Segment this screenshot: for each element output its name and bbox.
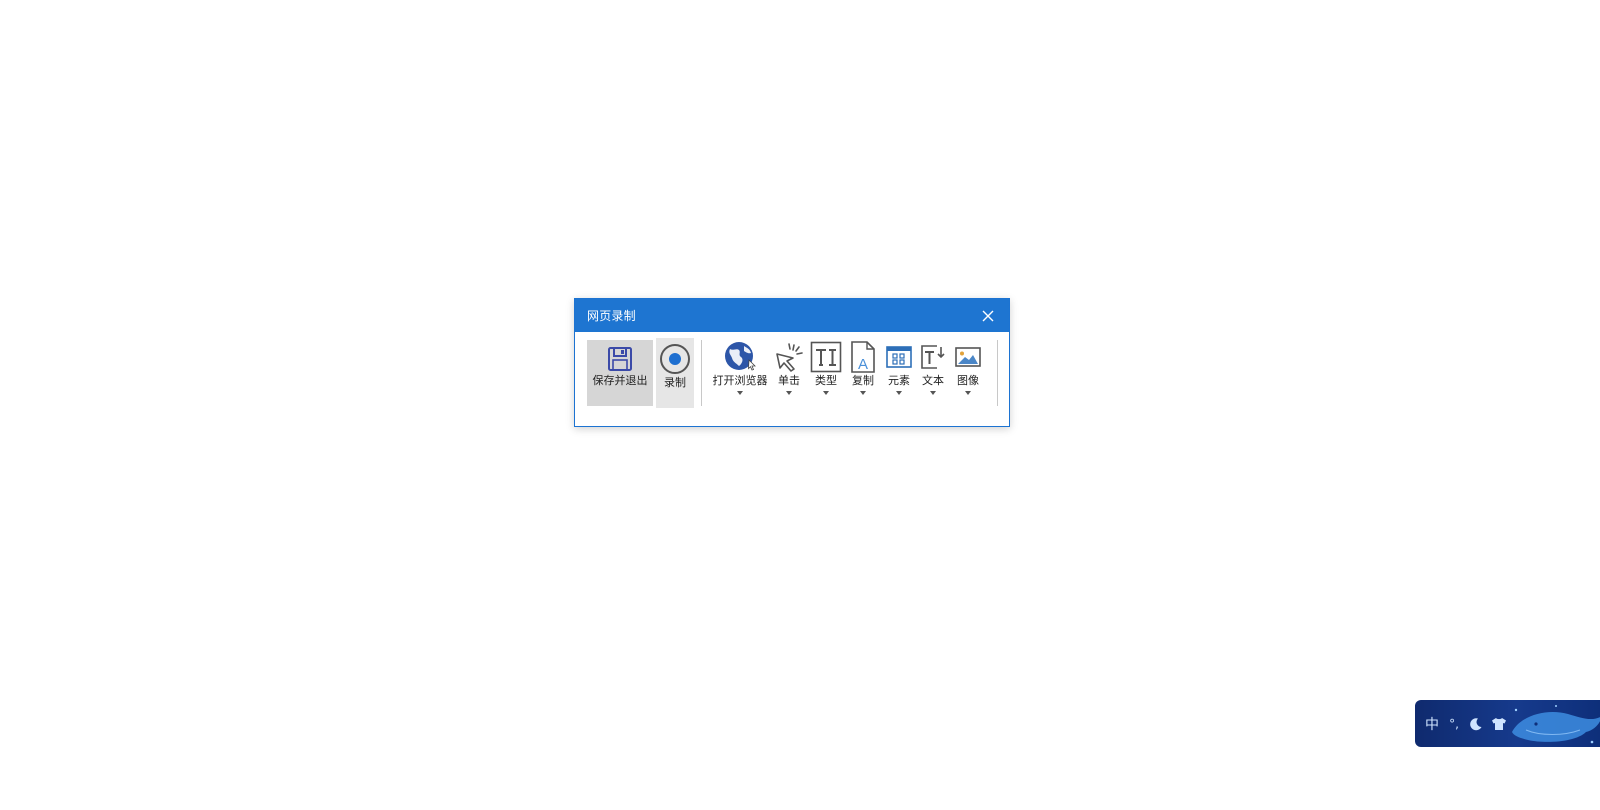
chevron-down-icon[interactable] bbox=[896, 391, 902, 395]
dialog-titlebar[interactable]: 网页录制 bbox=[575, 299, 1009, 332]
recording-toolbar: 保存并退出 录制 打开浏览器 单击 类型 A 复制 元素 文本 图像 bbox=[575, 332, 1009, 428]
open-browser-button[interactable]: 打开浏览器 bbox=[709, 340, 771, 395]
text-button[interactable]: 文本 bbox=[916, 340, 950, 395]
element-grid-icon bbox=[886, 346, 912, 368]
click-label: 单击 bbox=[778, 374, 800, 387]
text-extract-icon bbox=[921, 345, 945, 369]
ime-skin-button[interactable] bbox=[1491, 717, 1507, 731]
cursor-click-icon bbox=[776, 343, 803, 372]
copy-label: 复制 bbox=[852, 374, 874, 387]
type-label: 类型 bbox=[815, 374, 837, 387]
element-button[interactable]: 元素 bbox=[881, 340, 917, 395]
toolbar-divider bbox=[701, 340, 702, 406]
copy-document-icon: A bbox=[851, 341, 875, 373]
dialog-title: 网页录制 bbox=[587, 309, 636, 323]
save-exit-label: 保存并退出 bbox=[592, 374, 648, 387]
type-text-icon bbox=[810, 341, 842, 373]
record-button[interactable]: 录制 bbox=[656, 338, 694, 408]
ime-mode-toggle[interactable]: 中 bbox=[1425, 714, 1439, 734]
record-label: 录制 bbox=[664, 376, 686, 389]
toolbar-divider bbox=[997, 340, 998, 406]
globe-icon bbox=[725, 342, 756, 371]
click-button[interactable]: 单击 bbox=[771, 340, 807, 395]
chevron-down-icon[interactable] bbox=[786, 391, 792, 395]
text-label: 文本 bbox=[922, 374, 944, 387]
save-exit-button[interactable]: 保存并退出 bbox=[587, 340, 653, 406]
svg-text:A: A bbox=[858, 356, 868, 373]
chevron-down-icon[interactable] bbox=[930, 391, 936, 395]
ime-status-bar[interactable]: 中 °, bbox=[1415, 700, 1600, 747]
shirt-icon bbox=[1492, 717, 1506, 730]
ime-punctuation-toggle[interactable]: °, bbox=[1447, 717, 1461, 731]
chevron-down-icon[interactable] bbox=[965, 391, 971, 395]
chevron-down-icon[interactable] bbox=[823, 391, 829, 395]
open-browser-label: 打开浏览器 bbox=[712, 374, 768, 387]
close-button[interactable] bbox=[977, 305, 999, 327]
moon-icon bbox=[1470, 717, 1482, 730]
chevron-down-icon[interactable] bbox=[737, 391, 743, 395]
copy-button[interactable]: A 复制 bbox=[845, 340, 881, 395]
whale-decoration-icon bbox=[1512, 705, 1600, 744]
floppy-disk-icon bbox=[608, 347, 632, 371]
image-button[interactable]: 图像 bbox=[950, 340, 986, 395]
close-icon bbox=[982, 310, 994, 321]
image-icon bbox=[955, 347, 981, 367]
element-label: 元素 bbox=[888, 374, 910, 387]
image-label: 图像 bbox=[957, 374, 979, 387]
web-recording-dialog: 网页录制 保存并退出 录制 打开浏览器 单击 类型 A 复制 元素 文本 图像 bbox=[574, 298, 1010, 427]
record-icon bbox=[660, 344, 690, 374]
chevron-down-icon[interactable] bbox=[860, 391, 866, 395]
type-button[interactable]: 类型 bbox=[808, 340, 844, 395]
ime-night-mode-button[interactable] bbox=[1469, 717, 1483, 731]
